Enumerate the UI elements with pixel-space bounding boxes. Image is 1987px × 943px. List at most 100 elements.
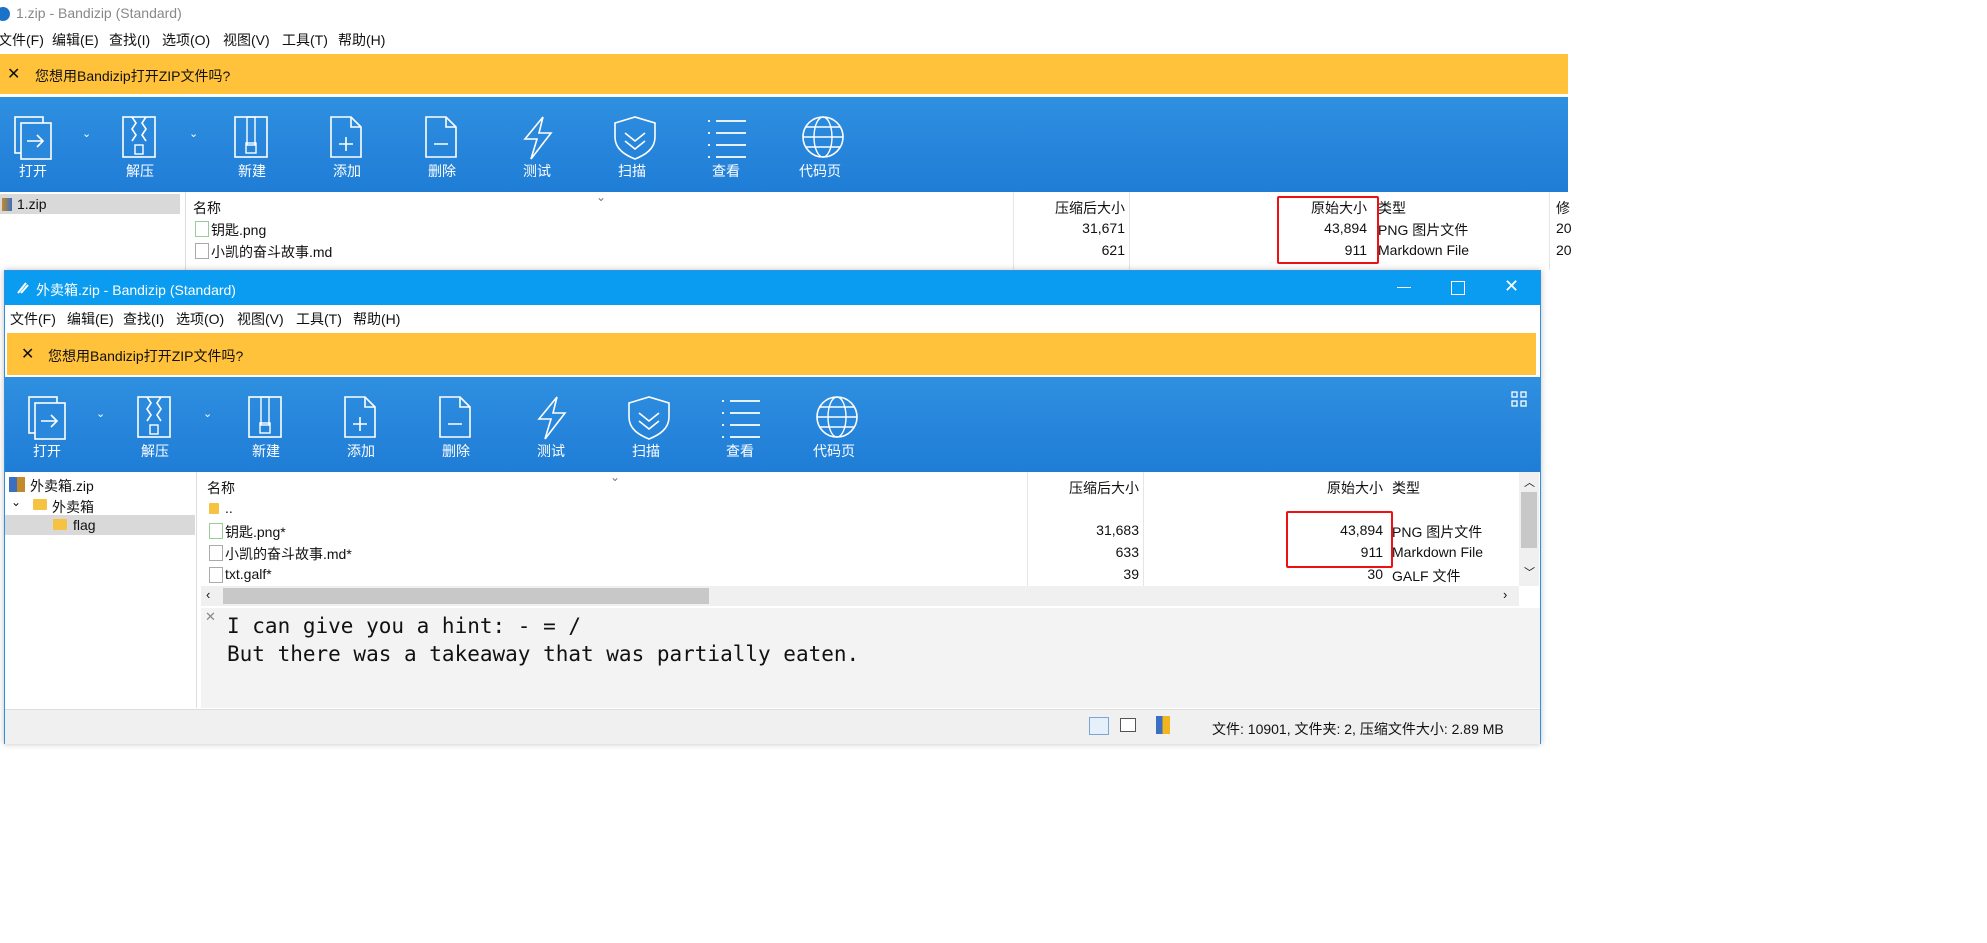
back-window-titlebar: 1.zip - Bandizip (Standard) <box>0 0 1568 28</box>
add-button[interactable]: 添加 <box>307 105 387 185</box>
test-button[interactable]: 测试 <box>511 385 591 465</box>
horizontal-scrollbar[interactable]: ‹ › <box>201 586 1519 606</box>
close-icon[interactable]: ✕ <box>7 64 20 84</box>
chevron-down-icon[interactable]: ⌄ <box>189 127 198 140</box>
front-notice-bar: ✕ 您想用Bandizip打开ZIP文件吗? <box>7 333 1536 375</box>
minimize-icon[interactable] <box>1397 287 1411 288</box>
window-title: 1.zip - Bandizip (Standard) <box>16 5 182 21</box>
tree-item-folder-waimaixiang[interactable]: ⌄ 外卖箱 <box>5 495 195 515</box>
add-button[interactable]: 添加 <box>321 385 401 465</box>
column-header-type[interactable]: 类型 <box>1392 478 1420 498</box>
markdown-file-icon <box>209 545 223 561</box>
column-header-packed[interactable]: 压缩后大小 <box>1025 198 1125 218</box>
column-header-type[interactable]: 类型 <box>1378 198 1406 218</box>
list-icon <box>708 120 746 158</box>
menu-help[interactable]: 帮助(H) <box>338 30 385 50</box>
shield-icon <box>614 116 656 160</box>
column-header-packed[interactable]: 压缩后大小 <box>1039 478 1139 498</box>
close-icon[interactable]: ✕ <box>21 344 34 364</box>
menu-find[interactable]: 查找(I) <box>109 30 150 50</box>
menu-file[interactable]: 文件(F) <box>10 309 56 329</box>
chevron-left-icon[interactable]: ‹ <box>206 587 210 602</box>
preview-view-icon[interactable] <box>1120 718 1136 732</box>
codepage-button[interactable]: 代码页 <box>780 105 860 185</box>
front-menubar: 文件(F) 编辑(E) 查找(I) 选项(O) 视图(V) 工具(T) 帮助(H… <box>5 307 1540 329</box>
menu-find[interactable]: 查找(I) <box>123 309 164 329</box>
details-view-icon[interactable] <box>1089 717 1109 735</box>
chevron-down-icon[interactable]: ⌄ <box>96 407 105 420</box>
folder-icon <box>33 499 47 510</box>
extract-button[interactable]: 解压 <box>115 385 195 465</box>
view-button[interactable]: 查看 <box>686 105 766 185</box>
lightning-icon <box>523 116 553 160</box>
delete-button[interactable]: 删除 <box>416 385 496 465</box>
archive-icon <box>1156 716 1170 734</box>
preview-line: I can give you a hint: - = / <box>227 614 582 638</box>
chevron-right-icon[interactable]: › <box>1503 587 1507 602</box>
window-title: 外卖箱.zip - Bandizip (Standard) <box>36 282 236 298</box>
column-header-name[interactable]: 名称 <box>193 198 221 218</box>
column-header-modified[interactable]: 修 <box>1556 198 1570 218</box>
chevron-down-icon[interactable]: ﹀ <box>1524 564 1535 580</box>
front-folder-tree: 外卖箱.zip ⌄ 外卖箱 flag <box>5 472 197 708</box>
menu-view[interactable]: 视图(V) <box>237 309 284 329</box>
chevron-down-icon[interactable]: ⌄ <box>203 407 212 420</box>
column-header-original[interactable]: 原始大小 <box>1281 478 1383 498</box>
bandizip-icon <box>0 7 10 21</box>
view-button[interactable]: 查看 <box>700 385 780 465</box>
menu-help[interactable]: 帮助(H) <box>353 309 400 329</box>
delete-button[interactable]: 删除 <box>402 105 482 185</box>
folder-icon <box>53 519 67 530</box>
scan-button[interactable]: 扫描 <box>606 385 686 465</box>
tree-item-1zip[interactable]: 1.zip <box>0 194 180 214</box>
test-button[interactable]: 测试 <box>497 105 577 185</box>
menu-tools[interactable]: 工具(T) <box>282 30 328 50</box>
menu-file[interactable]: 文件(F) <box>0 30 44 50</box>
back-toolbar: 打开 ⌄ 解压 ⌄ 新建 添加 删除 测试 扫描 查看 代码页 <box>0 97 1568 192</box>
open-button[interactable]: 打开 <box>7 385 87 465</box>
open-icon <box>28 396 66 440</box>
delete-file-icon <box>425 116 457 158</box>
scroll-thumb[interactable] <box>1521 492 1537 548</box>
new-button[interactable]: 新建 <box>212 105 292 185</box>
list-icon <box>722 400 760 438</box>
add-file-icon <box>344 396 376 438</box>
tree-item-folder-flag[interactable]: flag <box>5 515 195 535</box>
close-icon[interactable]: ✕ <box>1504 276 1519 297</box>
front-window: 外卖箱.zip - Bandizip (Standard) ✕ 文件(F) 编辑… <box>4 270 1541 744</box>
extract-icon <box>122 116 156 158</box>
shield-icon <box>628 396 670 440</box>
layout-grid-icon[interactable] <box>1511 391 1527 407</box>
open-button[interactable]: 打开 <box>0 105 73 185</box>
menu-options[interactable]: 选项(O) <box>162 30 210 50</box>
menu-edit[interactable]: 编辑(E) <box>67 309 114 329</box>
codepage-button[interactable]: 代码页 <box>794 385 874 465</box>
chevron-up-icon[interactable]: ︿ <box>1524 474 1535 490</box>
menu-options[interactable]: 选项(O) <box>176 309 224 329</box>
extract-icon <box>137 396 171 438</box>
maximize-icon[interactable] <box>1451 281 1465 295</box>
scroll-thumb[interactable] <box>223 588 709 604</box>
menu-edit[interactable]: 编辑(E) <box>52 30 99 50</box>
chevron-down-icon[interactable]: ⌄ <box>11 495 21 509</box>
bandizip-icon <box>17 282 29 294</box>
status-bar: 文件: 10901, 文件夹: 2, 压缩文件大小: 2.89 MB <box>5 709 1540 744</box>
scan-button[interactable]: 扫描 <box>592 105 672 185</box>
vertical-scrollbar[interactable]: ︿ ﹀ <box>1519 472 1539 586</box>
notice-message: 您想用Bandizip打开ZIP文件吗? <box>35 68 231 84</box>
new-button[interactable]: 新建 <box>226 385 306 465</box>
highlight-box <box>1277 196 1379 264</box>
menu-tools[interactable]: 工具(T) <box>296 309 342 329</box>
add-file-icon <box>330 116 362 158</box>
extract-button[interactable]: 解压 <box>100 105 180 185</box>
folder-icon <box>209 503 219 514</box>
chevron-down-icon[interactable]: ⌄ <box>82 127 91 140</box>
column-header-name[interactable]: 名称 <box>207 478 235 498</box>
menu-view[interactable]: 视图(V) <box>223 30 270 50</box>
tree-item-archive[interactable]: 外卖箱.zip <box>5 474 195 494</box>
close-icon[interactable]: ✕ <box>205 610 216 625</box>
globe-icon <box>802 116 844 158</box>
preview-line: But there was a takeaway that was partia… <box>227 642 860 666</box>
zip-archive-icon <box>9 477 25 492</box>
open-icon <box>14 116 52 160</box>
